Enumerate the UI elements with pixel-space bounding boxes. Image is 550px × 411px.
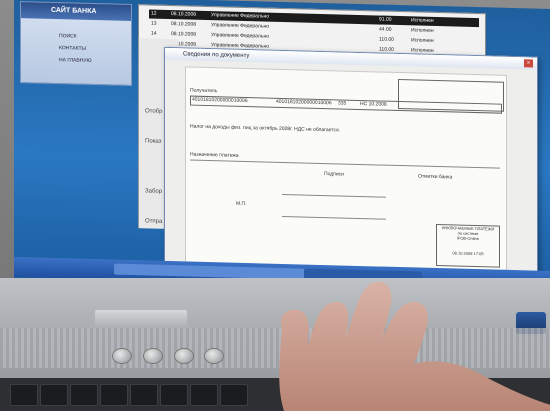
key [190,384,218,406]
code-value: 335 [338,100,347,107]
media-button [112,348,132,364]
key [130,384,158,406]
bank-marks-label: Отметки банка [418,173,453,181]
stamp-line: 08.10.2008 17:05 [452,250,484,257]
key [100,384,128,406]
stamp-place-label: М.П. [236,200,247,208]
home-link[interactable]: НА ГЛАВНУЮ [59,57,92,64]
payment-purpose: Налог на доходы физ. лиц за октябрь 2008… [190,123,341,134]
key [70,384,98,406]
payment-purpose-label: Назначение платежа [190,151,239,159]
laptop-hinge [95,310,187,330]
side-label: Отпра [145,218,163,225]
divider [190,159,500,169]
photo: САЙТ БАНКА ПОИСК КОНТАКТЫ НА ГЛАВНУЮ 12 … [0,0,550,411]
media-button [143,348,163,364]
period-value: НС 10.2008 [360,100,387,108]
key [40,384,68,406]
signatures-label: Подписи [324,171,344,178]
close-icon[interactable]: × [524,59,533,68]
hand [279,281,550,411]
side-label: Отобр [145,108,163,115]
media-button [174,348,194,364]
hand-shape [279,281,550,411]
taskbar-item[interactable] [114,263,212,278]
recipient-label: Получатель [190,87,218,95]
side-label: Показ [145,138,162,145]
key [160,384,188,406]
laptop-screen: САЙТ БАНКА ПОИСК КОНТАКТЫ НА ГЛАВНУЮ 12 … [14,0,550,300]
bank-site-panel: САЙТ БАНКА ПОИСК КОНТАКТЫ НА ГЛАВНУЮ [20,1,132,87]
search-link[interactable]: ПОИСК [59,33,77,39]
media-button [204,348,224,364]
key [220,384,248,406]
signature-line [282,193,386,198]
side-label: Забор [145,188,163,195]
signature-line [282,215,386,220]
bank-panel-title: САЙТ БАНКА [21,2,131,21]
contacts-link[interactable]: КОНТАКТЫ [59,45,86,52]
bank-stamp: ИНКЛЮЧАЕМЫЕ ПЛАТЕЖИ по системе iFOB-Onli… [436,223,500,268]
document-details-dialog: Сведения по документу × Получатель 40101… [164,46,538,277]
payment-order-document: Получатель 40101810200000010006 40101810… [185,66,507,273]
key [10,384,38,406]
